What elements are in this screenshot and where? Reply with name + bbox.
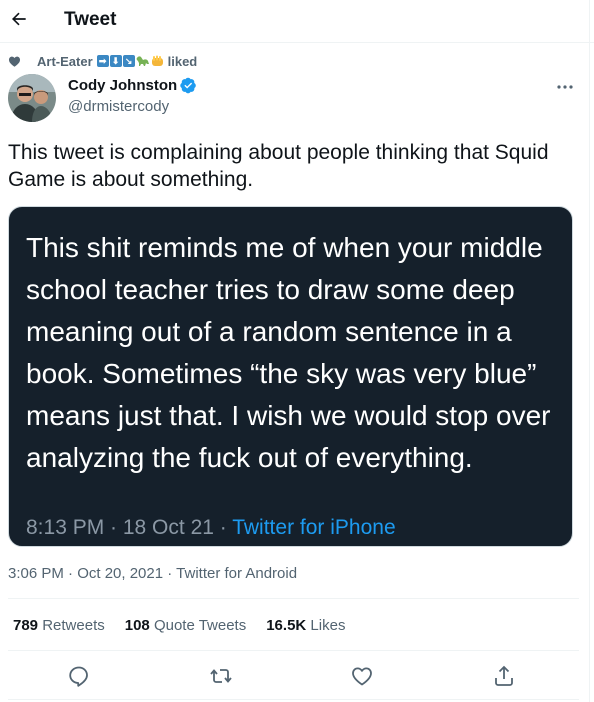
avatar[interactable]: [8, 74, 56, 122]
page-title: Tweet: [64, 9, 117, 30]
likes-stat[interactable]: 16.5K Likes: [266, 617, 345, 634]
retweets-count: 789: [13, 617, 39, 634]
social-action: liked: [167, 53, 198, 69]
tweet-timestamp: 3:06 PM · Oct 20, 2021 · Twitter for And…: [8, 565, 297, 582]
column-divider: [589, 0, 590, 702]
tweet-actions: [0, 664, 594, 690]
arrow-down-box-emoji: ⬇: [109, 55, 122, 67]
tweet-media-image[interactable]: This shit reminds me of when your middle…: [8, 206, 573, 547]
arrow-left-icon[interactable]: [9, 9, 29, 29]
share-icon[interactable]: [492, 664, 516, 688]
media-meta: 8:13 PM · 18 Oct 21 · Twitter for iPhone: [26, 516, 396, 540]
reply-icon[interactable]: [67, 664, 91, 688]
social-context: Art-Eater ➡ ⬇ ↘ liked: [8, 53, 197, 69]
timestamp-separator: ·: [163, 565, 177, 582]
tweet-time[interactable]: 3:06 PM · Oct 20, 2021: [8, 565, 163, 582]
retweets-stat[interactable]: 789 Retweets: [13, 617, 105, 634]
verified-badge-icon: [180, 77, 196, 94]
author-name[interactable]: Cody Johnston: [68, 77, 197, 94]
media-text: This shit reminds me of when your middle…: [26, 232, 551, 473]
media-meta-time: 8:13 PM · 18 Oct 21 ·: [26, 516, 233, 539]
tweet-text: This tweet is complaining about people t…: [8, 141, 549, 191]
tweet-source[interactable]: Twitter for Android: [176, 565, 297, 582]
likes-count: 16.5K: [266, 617, 307, 634]
divider: [8, 598, 579, 599]
likes-label: Likes: [310, 617, 346, 634]
sauropod-emoji: [136, 56, 149, 66]
quote-tweets-stat[interactable]: 108 Quote Tweets: [125, 617, 246, 634]
arrow-right-box-emoji: ➡: [96, 55, 109, 67]
divider: [8, 699, 579, 700]
quote-tweets-count: 108: [124, 617, 150, 634]
raised-fist-emoji: [151, 55, 163, 66]
author-handle[interactable]: @drmistercody: [68, 98, 169, 115]
divider: [8, 650, 579, 651]
liker-name[interactable]: Art-Eater: [37, 54, 93, 69]
author-name-text: Cody Johnston: [68, 77, 178, 94]
quote-tweets-label: Quote Tweets: [153, 617, 247, 634]
retweet-icon[interactable]: [209, 664, 233, 688]
avatar-image: [8, 74, 56, 122]
page-header: Tweet: [0, 0, 594, 43]
arrow-down-right-box-emoji: ↘: [122, 55, 135, 67]
media-meta-source: Twitter for iPhone: [232, 516, 396, 539]
like-icon[interactable]: [350, 664, 374, 688]
more-options-icon[interactable]: [555, 79, 575, 95]
name-emojis: ➡ ⬇ ↘: [96, 55, 164, 67]
tweet-stats: 789 Retweets 108 Quote Tweets 16.5K Like…: [13, 617, 345, 634]
retweets-label: Retweets: [42, 617, 105, 634]
heart-icon: [8, 56, 21, 67]
